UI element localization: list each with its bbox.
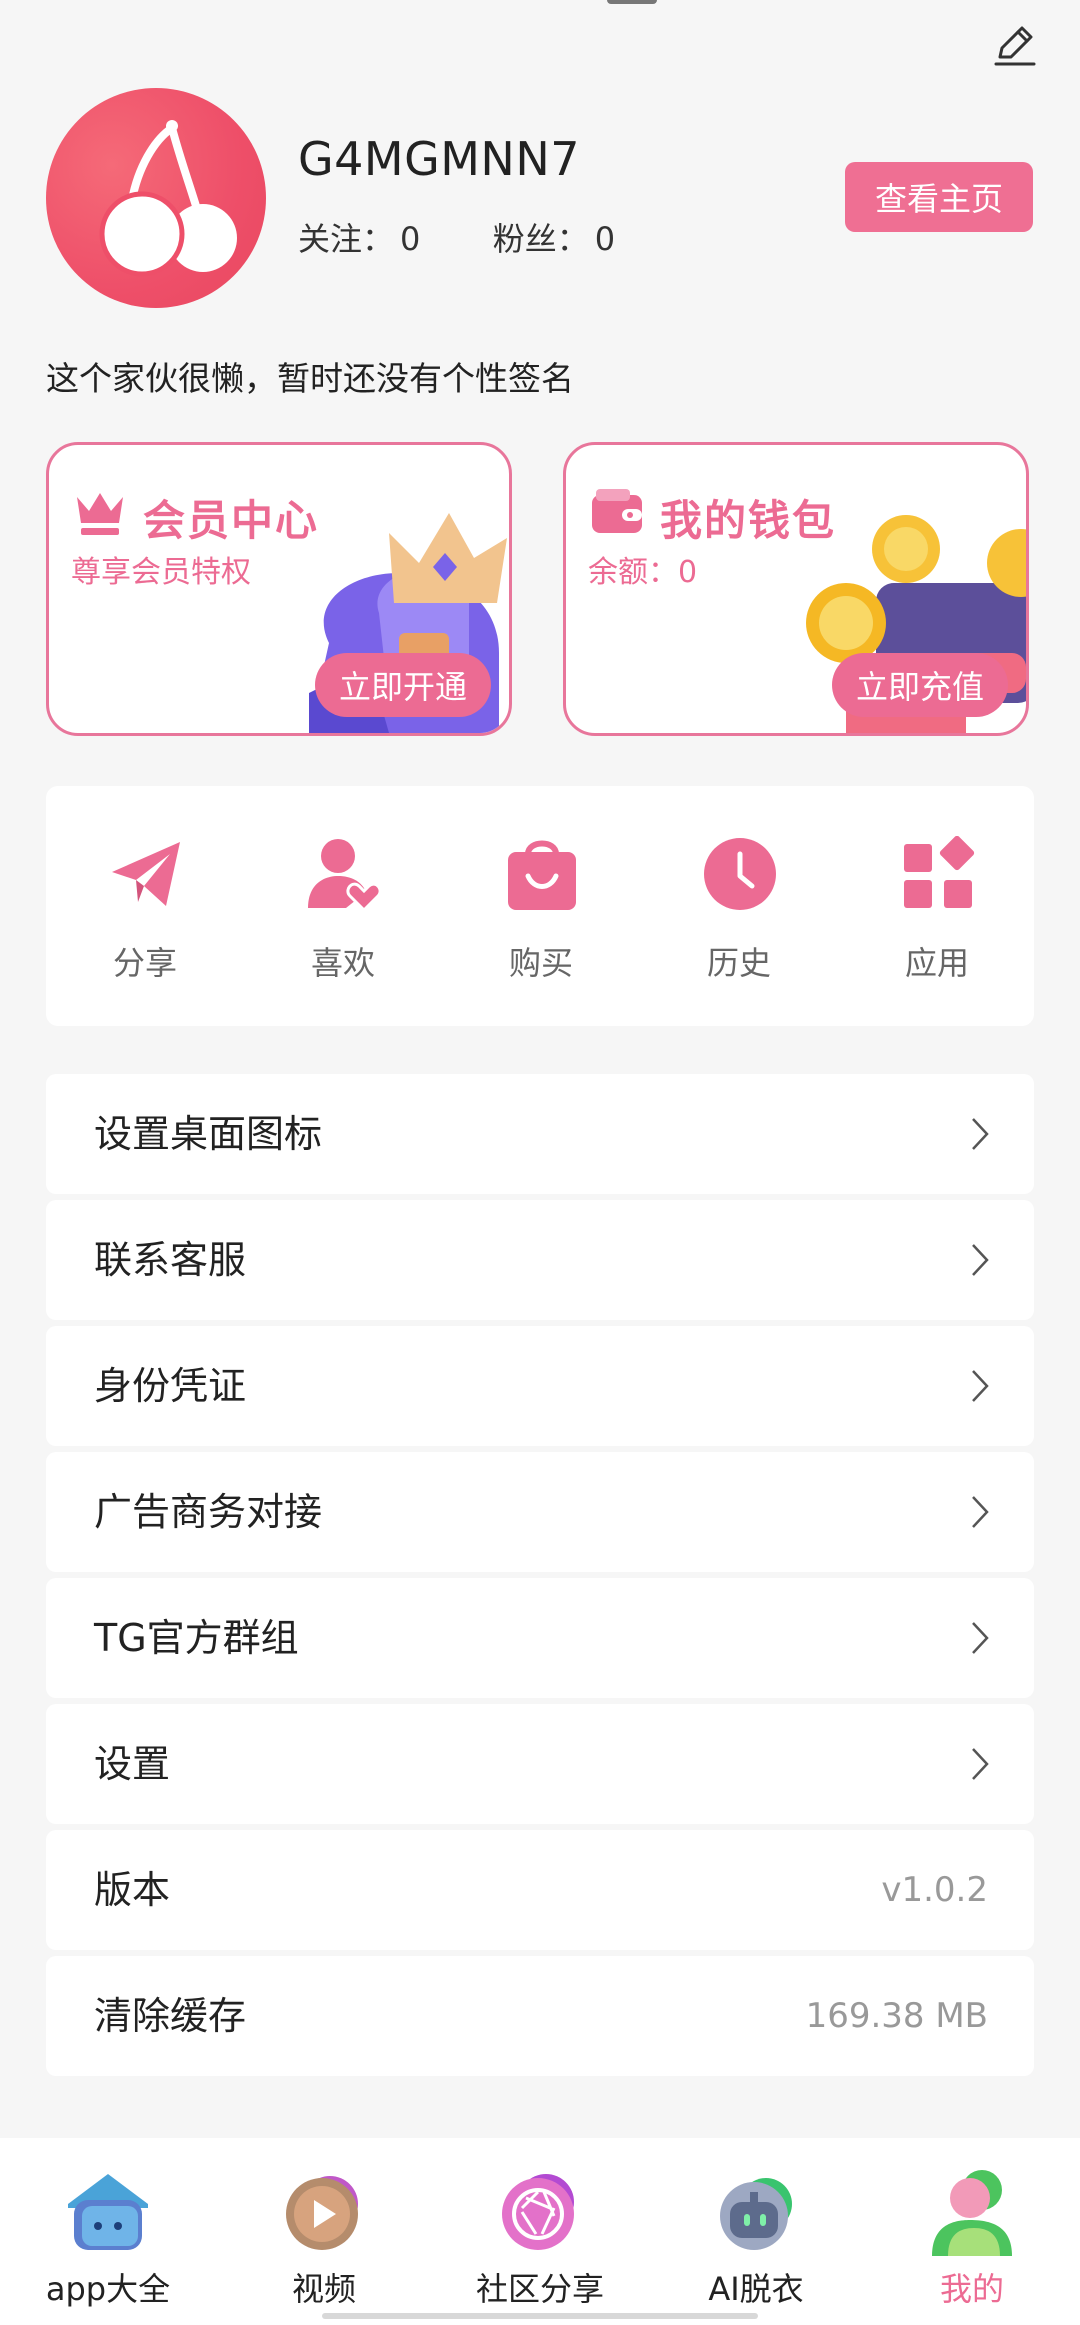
quick-label: 分享 (112, 944, 177, 982)
wallet-recharge-button[interactable]: 立即充值 (831, 653, 1008, 717)
menu-settings[interactable]: 设置 (46, 1704, 1034, 1824)
chevron-right-icon (972, 1622, 989, 1654)
menu-label: 身份凭证 (94, 1364, 247, 1408)
vip-subtitle: 尊享会员特权 (71, 555, 251, 590)
quick-label: 购买 (508, 944, 573, 982)
bottom-tab-bar: app大全 视频 社区分享 AI脱衣 我的 (0, 2138, 1080, 2325)
signature-text: 这个家伙很懒，暂时还没有个性签名 (46, 359, 574, 398)
shopping-bag-icon (508, 840, 576, 910)
wallet-card[interactable]: 我的钱包 余额：0 立即充值 (563, 442, 1029, 736)
fans-label: 粉丝： (492, 220, 589, 258)
avatar[interactable] (46, 88, 266, 308)
robot-icon (720, 2178, 792, 2250)
vip-activate-button[interactable]: 立即开通 (314, 653, 491, 717)
quick-share[interactable]: 分享 (46, 786, 244, 1026)
quick-history[interactable]: 历史 (640, 786, 838, 1026)
home-indicator[interactable] (322, 2313, 758, 2319)
vip-center-card[interactable]: 会员中心 尊享会员特权 立即开通 (46, 442, 512, 736)
menu-tg-group[interactable]: TG官方群组 (46, 1578, 1034, 1698)
wallet-icon (592, 489, 642, 533)
menu-label: 联系客服 (94, 1238, 247, 1282)
top-notch (607, 0, 657, 4)
chevron-right-icon (972, 1496, 989, 1528)
menu-label: TG官方群组 (94, 1616, 299, 1660)
version-value: v1.0.2 (881, 1870, 988, 1910)
menu-label: 广告商务对接 (94, 1490, 323, 1534)
tab-label: AI脱衣 (708, 2270, 804, 2308)
menu-ad-business[interactable]: 广告商务对接 (46, 1452, 1034, 1572)
house-app-icon (68, 2174, 148, 2250)
menu-desktop-icon[interactable]: 设置桌面图标 (46, 1074, 1034, 1194)
menu-label: 版本 (94, 1868, 171, 1912)
chevron-right-icon (972, 1748, 989, 1780)
chevron-right-icon (972, 1244, 989, 1276)
menu-identity-credential[interactable]: 身份凭证 (46, 1326, 1034, 1446)
quick-label: 应用 (904, 944, 969, 982)
tab-community[interactable]: 社区分享 (432, 2138, 648, 2325)
play-circle-icon (286, 2176, 358, 2250)
tab-mine[interactable]: 我的 (864, 2138, 1080, 2325)
follow-label: 关注： (298, 220, 395, 258)
tab-label: app大全 (45, 2270, 171, 2308)
tab-video[interactable]: 视频 (216, 2138, 432, 2325)
username: G4MGMNN7 (298, 132, 581, 186)
menu-customer-service[interactable]: 联系客服 (46, 1200, 1034, 1320)
view-homepage-button[interactable]: 查看主页 (845, 162, 1033, 232)
follow-count[interactable]: 0 (400, 220, 420, 258)
quick-purchase[interactable]: 购买 (442, 786, 640, 1026)
quick-actions: 分享 喜欢 购买 历史 应用 (46, 786, 1034, 1026)
tab-label: 视频 (291, 2270, 356, 2308)
tab-label: 我的 (939, 2270, 1004, 2308)
tab-label: 社区分享 (475, 2270, 604, 2308)
chevron-right-icon (972, 1118, 989, 1150)
quick-label: 历史 (706, 944, 771, 982)
chevron-right-icon (972, 1370, 989, 1402)
menu-version: 版本 v1.0.2 (46, 1830, 1034, 1950)
wallet-balance: 余额：0 (588, 555, 698, 590)
person-icon (932, 2170, 1012, 2256)
menu-label: 清除缓存 (94, 1994, 247, 2038)
menu-clear-cache[interactable]: 清除缓存 169.38 MB (46, 1956, 1034, 2076)
user-heart-icon (308, 839, 382, 912)
aperture-icon (502, 2174, 574, 2250)
quick-like[interactable]: 喜欢 (244, 786, 442, 1026)
edit-profile-icon[interactable] (990, 20, 1040, 70)
apps-grid-icon (904, 836, 975, 908)
tab-app-list[interactable]: app大全 (0, 2138, 216, 2325)
crown-icon (77, 493, 123, 535)
follow-stats: 关注： 0 粉丝： 0 (298, 214, 621, 260)
paper-plane-icon (112, 842, 180, 906)
quick-label: 喜欢 (310, 944, 375, 982)
menu-label: 设置 (94, 1742, 171, 1786)
fans-count[interactable]: 0 (595, 220, 615, 258)
cache-size-value: 169.38 MB (805, 1996, 988, 2036)
clock-icon (704, 838, 776, 910)
quick-apps[interactable]: 应用 (838, 786, 1036, 1026)
menu-label: 设置桌面图标 (94, 1112, 323, 1156)
tab-ai[interactable]: AI脱衣 (648, 2138, 864, 2325)
